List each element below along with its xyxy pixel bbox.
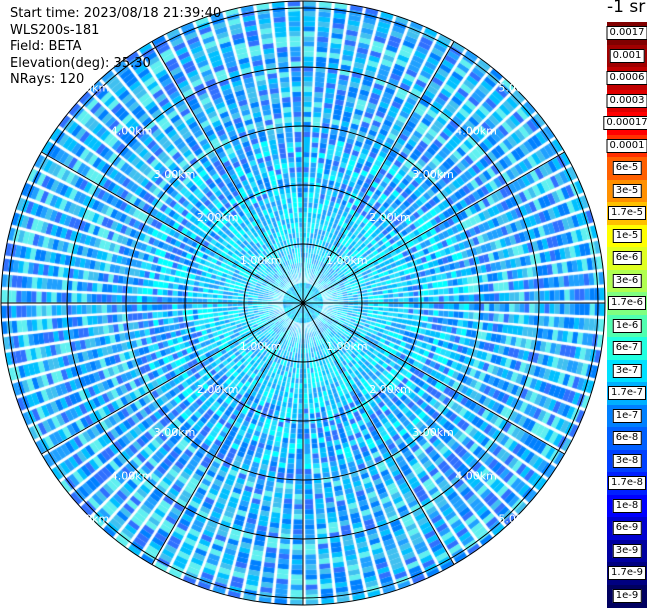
- colorbar-tick-label: 0.0006: [607, 71, 647, 85]
- colorbar-tick-label: 3e-5: [613, 184, 642, 198]
- colorbar-tick-label: 0.00017: [603, 116, 647, 130]
- colorbar-tick-label: 6e-6: [613, 251, 642, 265]
- colorbar-tick-label: 1e-7: [613, 409, 642, 423]
- colorbar-tick-label: 1e-9: [613, 589, 642, 603]
- colorbar-tick-label: 1.7e-8: [608, 476, 646, 490]
- instrument-label: WLS200s-181: [10, 23, 221, 40]
- colorbar-tick-label: 3e-7: [613, 364, 642, 378]
- range-ring-label: 4.00km: [455, 469, 497, 482]
- elevation-label: Elevation(deg): 35.30: [10, 56, 221, 73]
- range-ring-label: 2.00km: [197, 211, 239, 224]
- range-ring-label: 1.00km: [240, 254, 282, 267]
- range-ring-label: 4.00km: [111, 469, 153, 482]
- range-ring-label: 3.00km: [154, 426, 196, 439]
- range-ring-label: 5.00km: [498, 512, 540, 525]
- range-rings-overlay: 1.00km 1.00km 1.00km 1.00km 2.00km 2.00km 2.00…: [0, 0, 607, 607]
- colorbar-tick-label: 1e-5: [613, 229, 642, 243]
- colorbar: 0.00170.0010.00060.00030.000170.00016e-5…: [607, 22, 647, 607]
- colorbar-tick-label: 6e-8: [613, 431, 642, 445]
- nrays-label: NRays: 120: [10, 72, 221, 89]
- colorbar-tick-label: 0.0001: [607, 139, 647, 153]
- colorbar-tick-label: 6e-9: [613, 521, 642, 535]
- colorbar-tick-label: 3e-8: [613, 454, 642, 468]
- colorbar-tick-label: 1e-6: [613, 319, 642, 333]
- range-ring-label: 2.00km: [197, 383, 239, 396]
- range-ring-label: 3.00km: [412, 426, 454, 439]
- colorbar-tick-label: 3e-9: [613, 544, 642, 558]
- range-ring-label: 4.00km: [111, 125, 153, 138]
- colorbar-tick-label: 3e-6: [613, 274, 642, 288]
- range-ring-label: 3.00km: [154, 168, 196, 181]
- colorbar-tick-label: 0.0003: [607, 94, 647, 108]
- colorbar-tick-label: 1.7e-5: [608, 206, 646, 220]
- colorbar-tick-label: 1e-8: [613, 499, 642, 513]
- range-ring-label: 5.00km: [68, 512, 110, 525]
- colorbar-tick-label: 0.0017: [607, 26, 647, 40]
- colorbar-tick-label: 6e-5: [613, 161, 642, 175]
- colorbar-tick-label: 6e-7: [613, 341, 642, 355]
- range-ring-label: 4.00km: [455, 125, 497, 138]
- colorbar-tick-label: 1.7e-9: [608, 566, 646, 580]
- colorbar-tick-label: 0.001: [610, 49, 645, 63]
- range-ring-label: 1.00km: [326, 254, 368, 267]
- start-time-label: Start time: 2023/08/18 21:39:40: [10, 6, 221, 23]
- colorbar-unit: -1 sr: [607, 0, 645, 17]
- colorbar-tick-label: 1.7e-7: [608, 386, 646, 400]
- range-ring-label: 2.00km: [369, 383, 411, 396]
- range-ring-label: 1.00km: [240, 340, 282, 353]
- scan-info-panel: Start time: 2023/08/18 21:39:40 WLS200s-…: [10, 6, 221, 89]
- field-label: Field: BETA: [10, 39, 221, 56]
- range-ring-label: 1.00km: [326, 340, 368, 353]
- range-ring-label: 5.00km: [498, 82, 540, 95]
- range-ring-label: 2.00km: [369, 211, 411, 224]
- range-ring-label: 3.00km: [412, 168, 454, 181]
- colorbar-tick-label: 1.7e-6: [608, 296, 646, 310]
